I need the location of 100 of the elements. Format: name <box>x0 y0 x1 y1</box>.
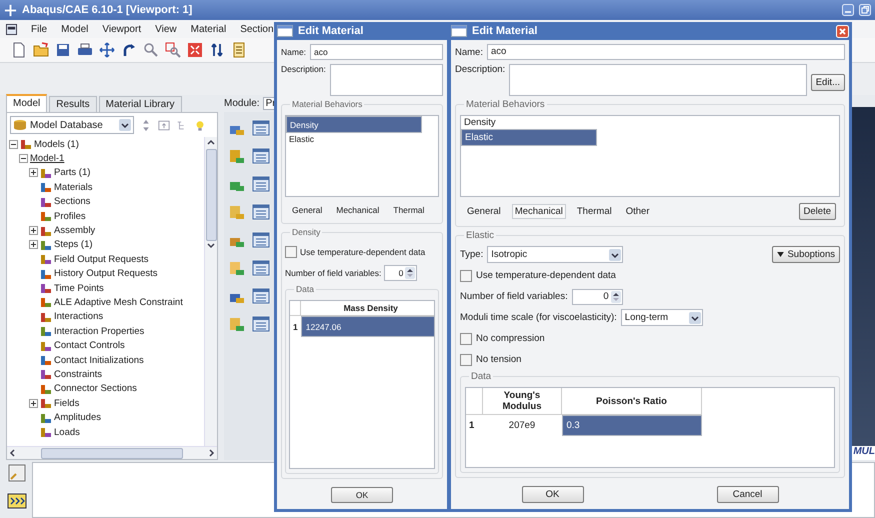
expander-icon[interactable] <box>19 154 28 164</box>
list-window-icon[interactable] <box>251 230 271 250</box>
tree-item[interactable]: Loads <box>54 426 80 438</box>
close-button[interactable] <box>836 24 849 38</box>
menu-item[interactable]: Material <box>190 24 226 34</box>
menu-tab[interactable]: General <box>464 204 504 219</box>
menu-tab[interactable]: Mechanical <box>333 203 382 217</box>
name-field[interactable]: aco <box>486 44 845 60</box>
horizontal-scrollbar[interactable] <box>7 446 217 459</box>
panel-tab[interactable]: Model <box>6 94 48 112</box>
panel-tab[interactable]: Material Library <box>98 96 182 112</box>
menu-tab[interactable]: Other <box>622 204 652 219</box>
box-zoom-icon[interactable] <box>164 41 182 59</box>
scroll-left-icon[interactable] <box>7 448 17 458</box>
menu-tab[interactable]: General <box>289 203 326 217</box>
fit-view-icon[interactable] <box>186 41 204 59</box>
spin-arrows-icon[interactable] <box>610 290 621 302</box>
list-item[interactable]: Density <box>286 116 422 133</box>
menu-tab[interactable]: Mechanical <box>512 204 566 219</box>
restore-button[interactable] <box>859 4 871 16</box>
expander-icon[interactable] <box>29 226 38 236</box>
message-tab-icon[interactable] <box>6 462 28 484</box>
window-menu-icon[interactable] <box>6 24 17 34</box>
scroll-up-icon[interactable] <box>206 137 216 147</box>
database-select[interactable]: Model Database <box>10 116 134 134</box>
tree-item[interactable]: Contact Controls <box>54 340 125 352</box>
table-cell[interactable]: 207e9 <box>482 414 562 436</box>
tree-item[interactable]: Parts (1) <box>54 167 90 178</box>
tree-item[interactable]: ALE Adaptive Mesh Constraint <box>54 296 183 308</box>
menu-item[interactable]: Model <box>61 24 88 34</box>
dialog-button[interactable]: OK <box>522 486 584 503</box>
list-item[interactable]: Elastic <box>286 133 438 145</box>
description-field[interactable] <box>509 64 807 96</box>
scroll-thumb[interactable] <box>41 448 183 458</box>
tree-item[interactable]: Contact Initializations <box>54 354 144 366</box>
folder-up-icon[interactable] <box>158 118 170 132</box>
scroll-thumb[interactable] <box>206 149 216 241</box>
expander-icon[interactable] <box>29 398 38 408</box>
list-window-icon[interactable] <box>251 286 271 306</box>
checkbox[interactable] <box>460 332 472 344</box>
tree-item[interactable]: Steps (1) <box>54 239 93 250</box>
tree-item[interactable]: Interaction Properties <box>54 326 144 337</box>
suboptions-button[interactable]: Suboptions <box>772 246 840 263</box>
list-window-icon[interactable] <box>251 314 271 334</box>
menu-item[interactable]: Viewport <box>102 24 142 34</box>
panel-tab[interactable]: Results <box>49 96 97 112</box>
list-item[interactable]: Density <box>461 116 839 129</box>
open-folder-icon[interactable] <box>32 41 50 59</box>
menu-item[interactable]: File <box>31 24 48 34</box>
lightbulb-icon[interactable] <box>194 118 206 132</box>
list-window-icon[interactable] <box>251 118 271 138</box>
menu-tab[interactable]: Thermal <box>390 203 428 217</box>
tree-item[interactable]: Fields <box>54 398 80 409</box>
table-cell[interactable]: 0.3 <box>562 415 702 436</box>
menu-item[interactable]: Section <box>240 24 274 34</box>
move-icon[interactable] <box>98 41 116 59</box>
number-spinner[interactable]: 0 <box>572 288 623 304</box>
expander-icon[interactable] <box>29 240 38 250</box>
table-cell[interactable]: 12247.06 <box>300 316 434 337</box>
list-window-icon[interactable] <box>251 258 271 278</box>
tree-item[interactable]: Time Points <box>54 282 104 294</box>
list-window-icon[interactable] <box>251 202 271 222</box>
tree-item[interactable]: Constraints <box>54 368 102 380</box>
menu-item[interactable]: View <box>155 24 177 34</box>
tree-item[interactable]: Interactions <box>54 311 104 322</box>
tree-item[interactable]: Materials <box>54 182 93 193</box>
list-window-icon[interactable] <box>251 146 271 166</box>
name-field[interactable]: aco <box>310 44 443 60</box>
description-field[interactable] <box>330 64 443 96</box>
tree-item[interactable]: Model-1 <box>30 153 64 164</box>
dropdown[interactable]: Long-term <box>620 309 703 326</box>
minimize-button[interactable] <box>842 4 854 16</box>
checkbox[interactable] <box>460 270 472 282</box>
list-window-icon[interactable] <box>251 174 271 194</box>
tree-item[interactable]: Models (1) <box>34 138 79 150</box>
spin-arrows-icon[interactable] <box>405 266 416 278</box>
tree-item[interactable]: History Output Requests <box>54 268 158 280</box>
scroll-down-icon[interactable] <box>206 241 216 251</box>
vertical-scrollbar[interactable] <box>204 137 217 446</box>
number-spinner[interactable]: 0 <box>384 264 418 280</box>
menu-tab[interactable]: Thermal <box>574 204 615 219</box>
delete-button[interactable]: Delete <box>798 203 836 220</box>
edit-button[interactable]: Edit... <box>810 74 845 91</box>
save-icon[interactable] <box>54 41 72 59</box>
dialog-button[interactable]: Cancel <box>716 486 778 503</box>
expander-icon[interactable] <box>29 168 38 178</box>
checkbox[interactable] <box>460 354 472 366</box>
module-label: Module: <box>224 98 260 109</box>
tree-item[interactable]: Field Output Requests <box>54 254 149 265</box>
tree-item[interactable]: Amplitudes <box>54 412 101 424</box>
tree-item[interactable]: Assembly <box>54 225 96 236</box>
tree-item[interactable]: Sections <box>54 196 90 208</box>
checkbox[interactable] <box>285 246 297 258</box>
scroll-right-icon[interactable] <box>207 448 217 458</box>
tree-item[interactable]: Profiles <box>54 210 86 222</box>
dialog-button[interactable]: OK <box>331 487 393 503</box>
expander-icon[interactable] <box>9 140 18 149</box>
tree-item[interactable]: Connector Sections <box>54 383 137 394</box>
list-item[interactable]: Elastic <box>461 129 597 146</box>
dropdown[interactable]: Isotropic <box>487 246 624 263</box>
